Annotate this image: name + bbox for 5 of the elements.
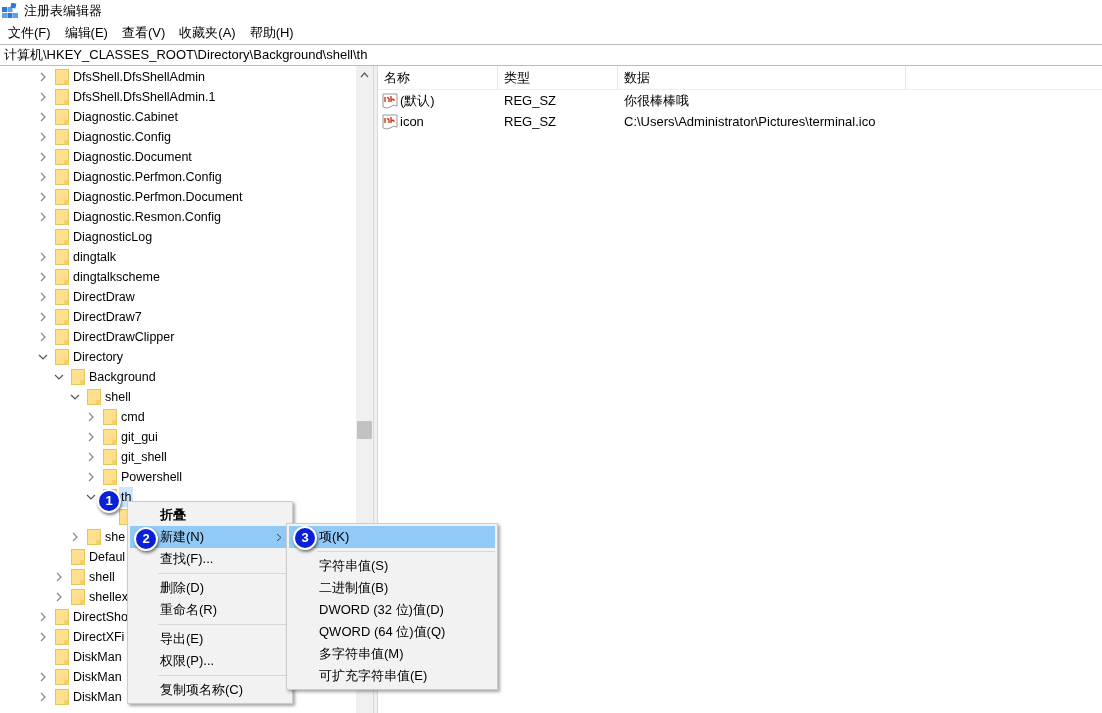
window-title: 注册表编辑器 (24, 2, 102, 21)
value-data: 你很棒棒哦 (623, 91, 689, 110)
value-type: REG_SZ (503, 112, 557, 131)
value-type: REG_SZ (503, 91, 557, 110)
value-data: C:\Users\Administrator\Pictures\terminal.ico (623, 112, 876, 131)
